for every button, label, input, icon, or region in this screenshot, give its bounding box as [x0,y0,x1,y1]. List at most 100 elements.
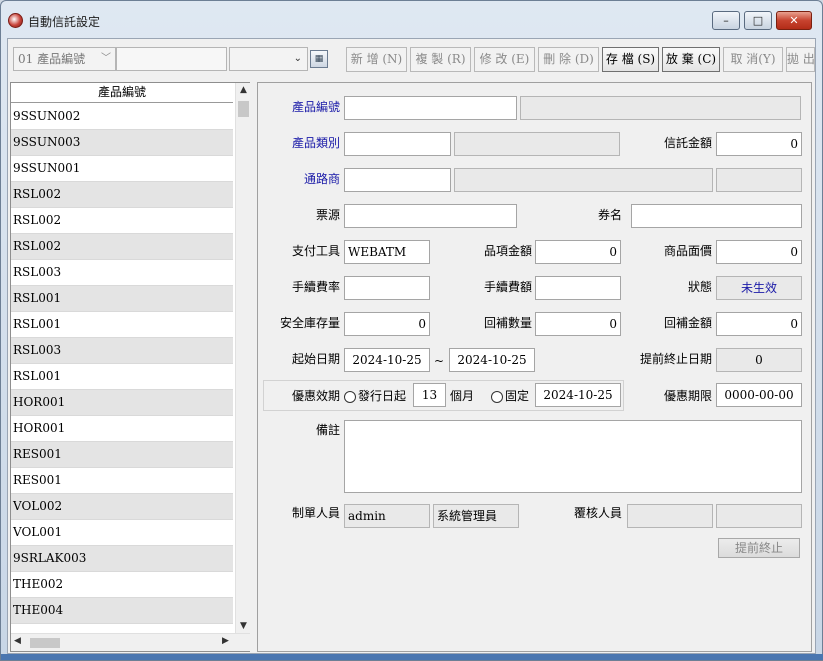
promo-deadline-input[interactable]: 0000-00-00 [716,383,802,407]
list-item[interactable]: 9SRLAK003 [11,546,233,572]
calculator-icon[interactable]: ▦ [310,50,328,68]
refill-amount-label: 回補金額 [663,316,712,330]
field-selector[interactable]: 01 產品編號 ﹀ [13,47,116,71]
vertical-scrollbar[interactable]: ▲ ▼ [235,83,250,633]
trust-amount-input[interactable]: 0 [716,132,802,156]
copy-button[interactable]: 複 製 (R) [410,47,471,72]
ticket-source-label: 票源 [315,208,340,222]
list-item[interactable]: RSL002 [11,208,233,234]
search-select[interactable]: ⌄ [229,47,308,71]
list-item[interactable]: HOR001 [11,390,233,416]
scroll-thumb[interactable] [238,101,249,117]
save-button[interactable]: 存 檔 (S) [602,47,659,72]
status-label: 狀態 [687,280,712,294]
channel-input[interactable] [344,168,451,192]
list-item[interactable]: RES001 [11,442,233,468]
product-code-input[interactable] [344,96,517,120]
list-header[interactable]: 產品編號 [11,83,233,103]
list-item[interactable]: VOL002 [11,494,233,520]
client-area: 01 產品編號 ﹀ ⌄ ▦ 新 增 (N) 複 製 (R) 修 改 (E) 刪 … [7,38,816,654]
creator-label: 制單人員 [291,506,340,520]
list-item[interactable]: HOR001 [11,416,233,442]
fee-amount-label: 手續費額 [483,280,532,294]
months-unit-label: 個月 [450,389,475,403]
list-item[interactable]: RSL002 [11,182,233,208]
promo-deadline-label: 優惠期限 [663,389,712,403]
list-item[interactable]: THE004 [11,598,233,624]
end-date-input[interactable]: 2024-10-25 [449,348,535,372]
list-item[interactable]: VOL001 [11,520,233,546]
cancel-button[interactable]: 取 消(Y) [723,47,783,72]
channel-name-field [454,168,713,192]
list-item[interactable]: 9SSUN002 [11,104,233,130]
product-type-name-field [454,132,620,156]
promo-fixed-date-input[interactable]: 2024-10-25 [535,383,621,407]
product-name-field [520,96,801,120]
delete-button[interactable]: 刪 除 (D) [538,47,599,72]
list-item[interactable]: RES001 [11,468,233,494]
scroll-up-icon[interactable]: ▲ [236,85,251,95]
scroll-left-icon[interactable]: ◀ [14,636,21,646]
scroll-right-icon[interactable]: ▶ [222,636,229,646]
discard-button[interactable]: 放 棄 (C) [662,47,720,72]
payment-tool-input[interactable]: WEBATM [344,240,430,264]
window-bottom-edge [1,654,823,660]
list-item[interactable]: RSL001 [11,286,233,312]
minimize-button[interactable]: – [712,11,740,30]
channel-label: 通路商 [303,172,340,186]
start-date-label: 起始日期 [291,352,340,366]
radio-fixed-label[interactable]: 固定 [505,385,529,407]
title-bar[interactable]: 自動信託設定 – □ ✕ [1,1,822,37]
start-date-input[interactable]: 2024-10-25 [344,348,430,372]
list-item[interactable]: RSL001 [11,364,233,390]
fee-amount-input[interactable] [535,276,621,300]
list-item[interactable]: RSL003 [11,338,233,364]
app-icon [8,13,23,28]
horizontal-scrollbar[interactable]: ◀ ▶ [11,633,250,651]
item-amount-input[interactable]: 0 [535,240,621,264]
reviewer-name-field [716,504,802,528]
close-button[interactable]: ✕ [776,11,812,30]
date-range-separator: ~ [434,354,445,368]
product-type-input[interactable] [344,132,451,156]
trust-amount-label: 信託金額 [663,136,712,150]
chevron-down-icon: ﹀ [101,53,111,64]
fee-rate-label: 手續費率 [291,280,340,294]
radio-issue-date[interactable] [344,391,356,403]
chevron-down-icon: ⌄ [293,53,302,64]
product-type-label: 產品類別 [291,136,340,150]
list-item[interactable]: 9SSUN001 [11,156,233,182]
add-button[interactable]: 新 增 (N) [346,47,407,72]
safety-stock-input[interactable]: 0 [344,312,430,336]
voucher-name-input[interactable] [631,204,802,228]
fee-rate-input[interactable] [344,276,430,300]
voucher-name-label: 券名 [597,208,622,222]
face-value-label: 商品面價 [663,244,712,258]
product-list: 產品編號 9SSUN002 9SSUN003 9SSUN001 RSL002 RSL00… [10,82,250,652]
scroll-thumb-horizontal[interactable] [30,638,60,648]
early-end-date-field: 0 [716,348,802,372]
face-value-input[interactable]: 0 [716,240,802,264]
scroll-down-icon[interactable]: ▼ [236,621,251,631]
list-item[interactable]: THE002 [11,572,233,598]
refill-qty-input[interactable]: 0 [535,312,621,336]
list-item[interactable]: RSL002 [11,234,233,260]
search-input[interactable] [116,47,227,71]
list-item[interactable]: 9SSUN003 [11,130,233,156]
reviewer-label: 覆核人員 [573,506,622,520]
edit-button[interactable]: 修 改 (E) [474,47,535,72]
radio-issue-date-label[interactable]: 發行日起 [358,385,406,407]
early-end-button[interactable]: 提前終止 [718,538,800,558]
maximize-button[interactable]: □ [744,11,772,30]
radio-fixed[interactable] [491,391,503,403]
promo-months-input[interactable]: 13 [413,383,446,407]
refill-amount-input[interactable]: 0 [716,312,802,336]
list-item[interactable]: RSL001 [11,312,233,338]
promo-period-label: 優惠效期 [291,389,340,403]
window-title: 自動信託設定 [28,15,101,29]
ticket-source-input[interactable] [344,204,517,228]
payment-tool-label: 支付工具 [291,244,340,258]
notes-textarea[interactable] [344,420,802,493]
list-item[interactable]: RSL003 [11,260,233,286]
export-button[interactable]: 拋 出 [786,47,815,72]
